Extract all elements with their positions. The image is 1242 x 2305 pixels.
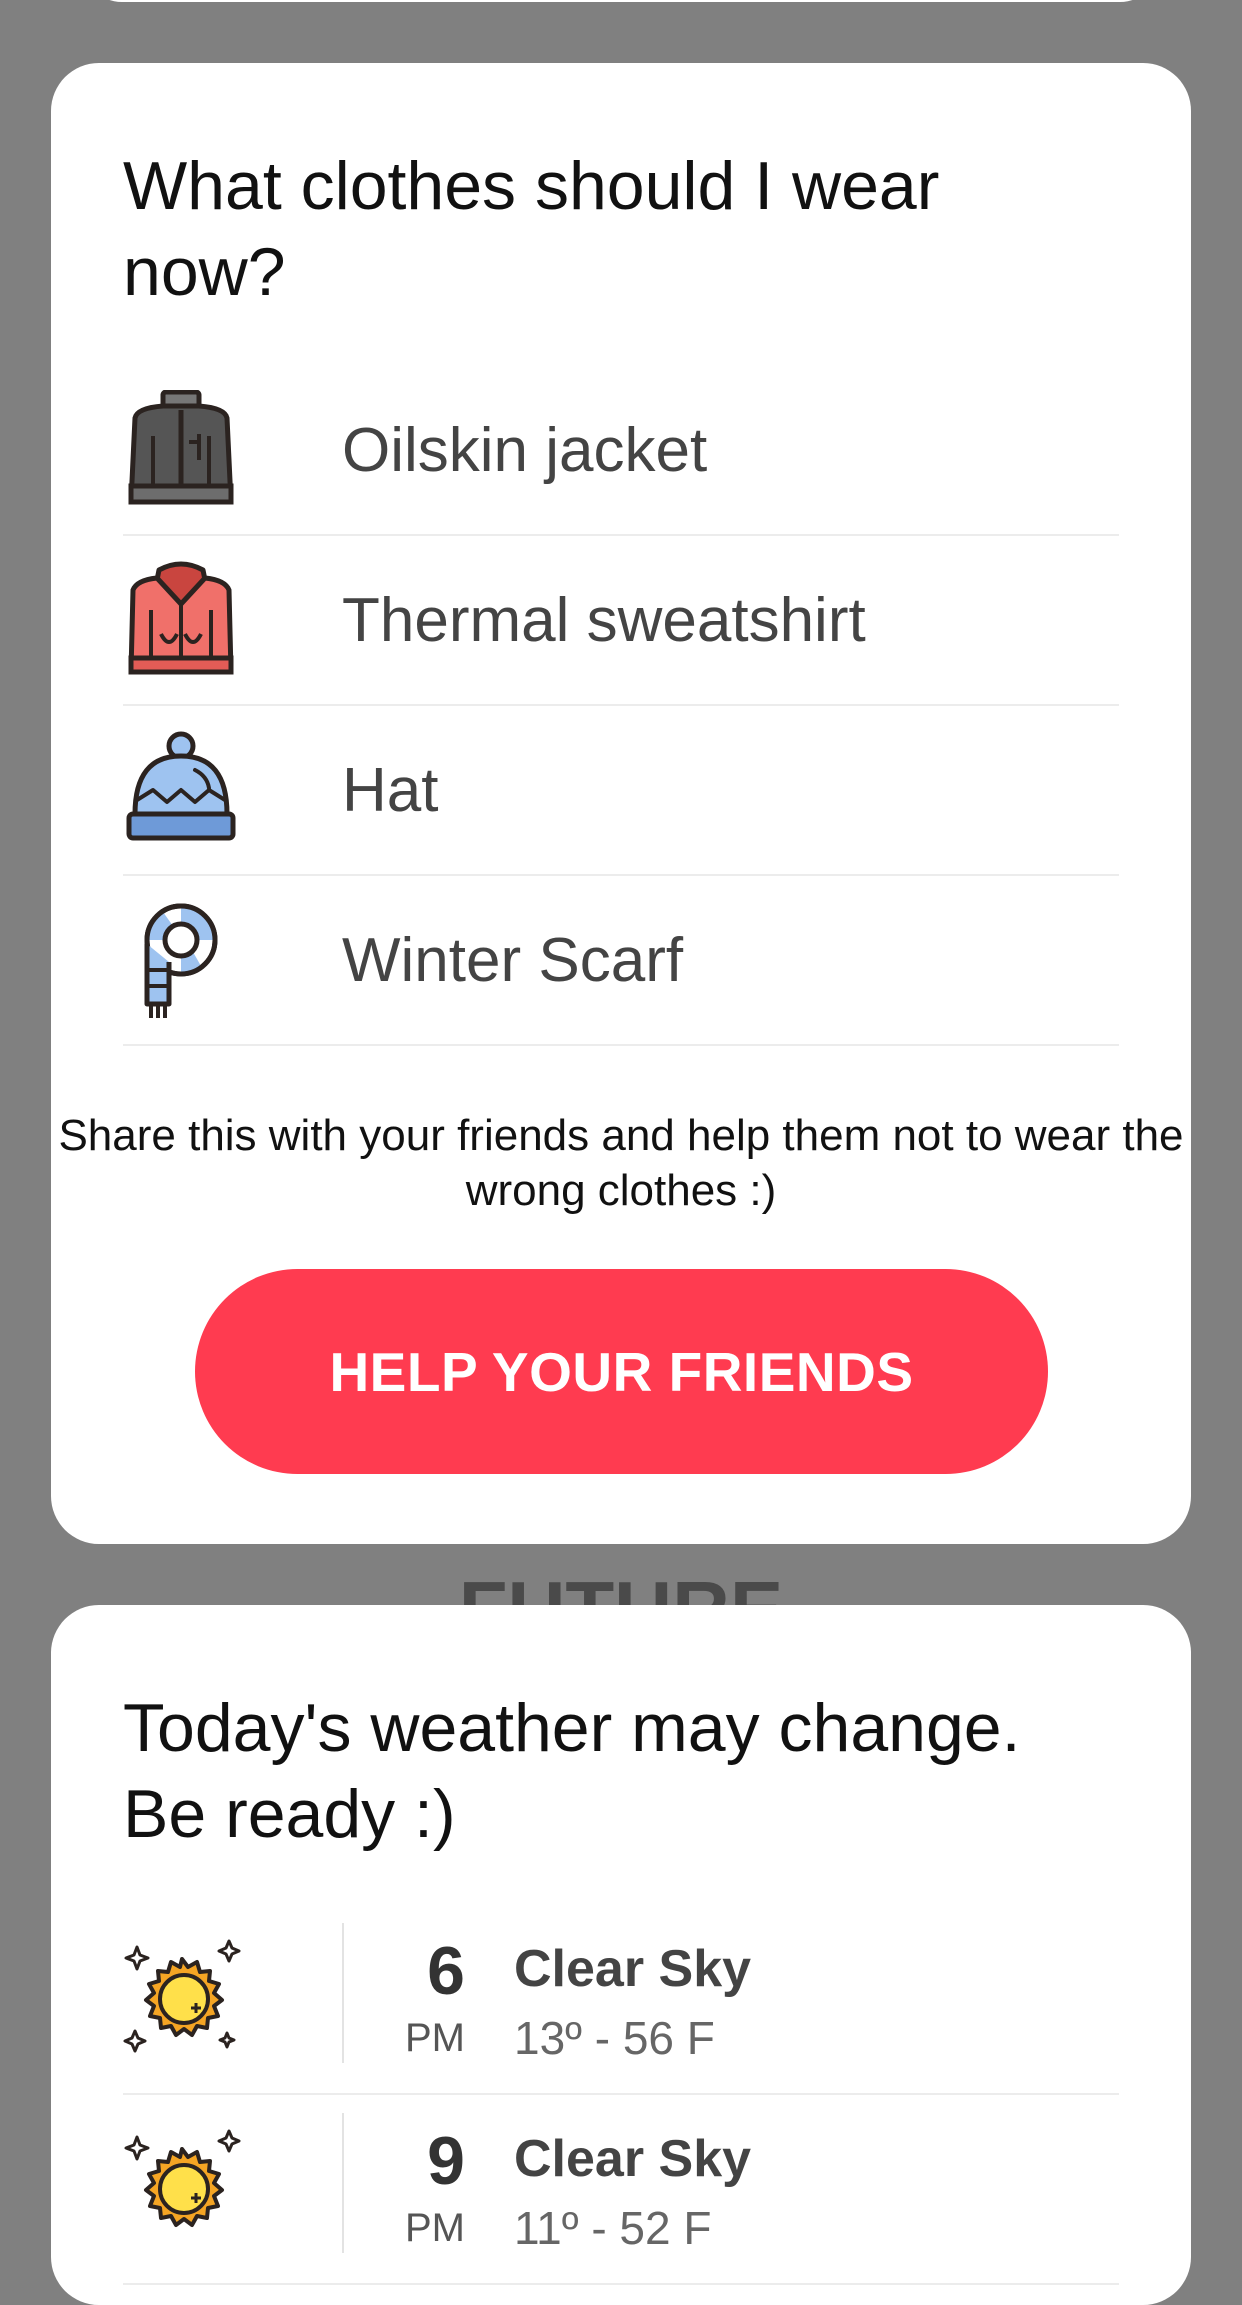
forecast-ampm: PM — [405, 2016, 465, 2060]
clothes-item-label: Hat — [342, 756, 439, 825]
forecast-row: 6 PM Clear Sky 13º - 56 F — [123, 1905, 1119, 2095]
clothes-item-hat: Hat — [123, 706, 1119, 876]
scarf-icon — [144, 903, 218, 1018]
clothes-item-jacket: Oilskin jacket — [123, 366, 1119, 536]
forecast-temperature: 13º - 56 F — [514, 2012, 715, 2064]
forecast-temperature: 11º - 52 F — [514, 2202, 712, 2254]
forecast-list: 6 PM Clear Sky 13º - 56 F 9 PM Clear Sky… — [123, 1905, 1119, 2285]
help-your-friends-button[interactable]: HELP YOUR FRIENDS — [195, 1269, 1048, 1474]
sweatshirt-icon — [128, 561, 234, 675]
clothes-item-label: Winter Scarf — [342, 926, 684, 995]
sun-icon — [123, 1939, 241, 2053]
row-divider — [342, 1923, 344, 2063]
forecast-hour: 6 — [427, 1933, 465, 2009]
forecast-card: Today's weather may change. Be ready :) … — [51, 1605, 1191, 2305]
share-text: Share this with your friends and help th… — [58, 1111, 1184, 1215]
clothes-list: Oilskin jacket Thermal sweatshirt Hat Wi… — [123, 366, 1119, 1046]
row-divider — [342, 2113, 344, 2253]
clothes-item-label: Thermal sweatshirt — [342, 586, 866, 655]
jacket-icon — [128, 390, 234, 505]
forecast-condition: Clear Sky — [514, 2130, 752, 2188]
clothes-card-title: What clothes should I wear now? — [123, 148, 940, 310]
previous-card-edge — [82, 0, 1160, 2]
sun-icon — [124, 2129, 241, 2227]
clothes-item-sweatshirt: Thermal sweatshirt — [123, 536, 1119, 706]
forecast-card-title: Today's weather may change. Be ready :) — [123, 1690, 1021, 1852]
clothes-item-label: Oilskin jacket — [342, 416, 708, 485]
forecast-row: 9 PM Clear Sky 11º - 52 F — [123, 2095, 1119, 2285]
clothes-item-scarf: Winter Scarf — [123, 876, 1119, 1046]
forecast-ampm: PM — [405, 2206, 465, 2250]
forecast-condition: Clear Sky — [514, 1940, 752, 1998]
forecast-hour: 9 — [427, 2123, 465, 2199]
hat-icon — [126, 731, 236, 841]
clothes-card: What clothes should I wear now? Oilskin … — [51, 63, 1191, 1544]
